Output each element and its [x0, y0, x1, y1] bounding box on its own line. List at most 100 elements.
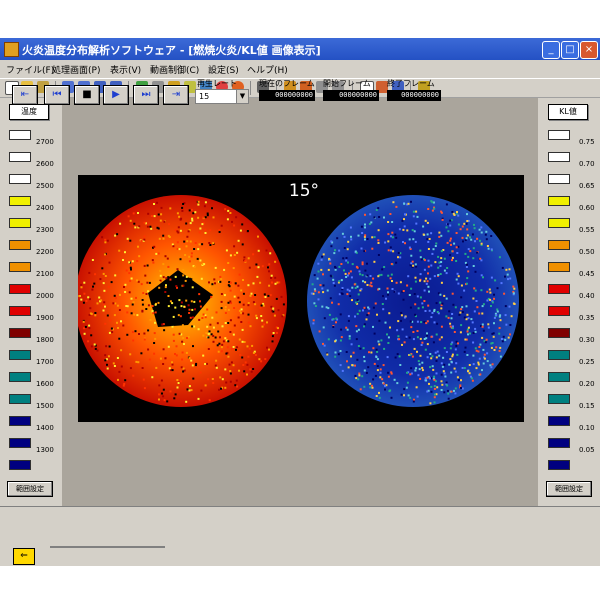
- play-button[interactable]: ▶: [103, 85, 129, 105]
- temperature-legend-swatch[interactable]: [9, 284, 31, 294]
- temperature-legend-swatch[interactable]: [9, 130, 31, 140]
- rate-select[interactable]: 15 ▼: [195, 89, 249, 104]
- temperature-legend-value: 1800: [36, 336, 54, 344]
- skip-to-start-button[interactable]: ⇤: [12, 85, 38, 105]
- kl-legend-swatch[interactable]: [548, 416, 570, 426]
- maximize-button[interactable]: □: [561, 41, 579, 59]
- temperature-legend-value: 2600: [36, 160, 54, 168]
- temperature-legend-value: 2200: [36, 248, 54, 256]
- temperature-legend-swatch[interactable]: [9, 328, 31, 338]
- skip-to-end-button[interactable]: ⇥: [163, 85, 189, 105]
- stop-button[interactable]: ■: [74, 85, 100, 105]
- temperature-legend-swatch[interactable]: [9, 416, 31, 426]
- temperature-legend-swatch[interactable]: [9, 372, 31, 382]
- temperature-legend-value: 2400: [36, 204, 54, 212]
- start-frame-display: 000000000: [323, 90, 379, 101]
- temperature-legend-swatch[interactable]: [9, 460, 31, 470]
- kl-legend-swatch[interactable]: [548, 372, 570, 382]
- menu-process[interactable]: 処理画面(P): [52, 63, 100, 76]
- kl-legend-swatch[interactable]: [548, 152, 570, 162]
- end-frame-display: 000000000: [387, 90, 441, 101]
- step-back-button[interactable]: ⏮: [44, 85, 70, 105]
- temperature-legend-value: 2500: [36, 182, 54, 190]
- kl-legend-value: 0.60: [579, 204, 595, 212]
- minimize-button[interactable]: _: [542, 41, 560, 59]
- kl-legend-value: 0.10: [579, 424, 595, 432]
- temperature-legend-value: 2700: [36, 138, 54, 146]
- angle-label: 15°: [289, 181, 319, 201]
- temperature-legend-value: 1700: [36, 358, 54, 366]
- kl-legend-swatch[interactable]: [548, 438, 570, 448]
- kl-legend-value: 0.50: [579, 248, 595, 256]
- temperature-legend-swatch[interactable]: [9, 152, 31, 162]
- temperature-legend-swatch[interactable]: [9, 350, 31, 360]
- temperature-legend-value: 1500: [36, 402, 54, 410]
- temperature-legend: 温度 2700 2600 2500 2400 2300 2200 2100 2000 1900 1…: [0, 98, 58, 508]
- temperature-legend-swatch[interactable]: [9, 306, 31, 316]
- temperature-legend-swatch[interactable]: [9, 174, 31, 184]
- status-bar: ⇐: [0, 542, 600, 566]
- temperature-legend-value: 1300: [36, 446, 54, 454]
- kl-legend-swatch[interactable]: [548, 130, 570, 140]
- kl-legend-value: 0.25: [579, 358, 595, 366]
- temperature-range-button[interactable]: 範囲設定: [7, 481, 53, 497]
- flame-image: 15°: [75, 175, 524, 422]
- kl-legend-swatch[interactable]: [548, 218, 570, 228]
- kl-legend-value: 0.20: [579, 380, 595, 388]
- temperature-legend-value: 1600: [36, 380, 54, 388]
- step-forward-button[interactable]: ⏭: [133, 85, 159, 105]
- kl-legend-swatch[interactable]: [548, 306, 570, 316]
- kl-legend-swatch[interactable]: [548, 284, 570, 294]
- temperature-legend-value: 1900: [36, 314, 54, 322]
- close-button[interactable]: ×: [580, 41, 598, 59]
- temperature-legend-swatch[interactable]: [9, 262, 31, 272]
- kl-legend-swatch[interactable]: [548, 240, 570, 250]
- kl-legend-value: 0.70: [579, 160, 595, 168]
- kl-legend-header: KL値: [548, 104, 588, 120]
- menu-settings[interactable]: 設定(S): [208, 63, 239, 76]
- current-frame-label: 現在のフレーム: [259, 79, 315, 88]
- temperature-legend-swatch[interactable]: [9, 240, 31, 250]
- temperature-legend-swatch[interactable]: [9, 394, 31, 404]
- kl-legend-swatch[interactable]: [548, 460, 570, 470]
- title-bar: 火炎温度分布解析ソフトウェア - [燃焼火炎/KL値 画像表示] _ □ ×: [0, 38, 600, 60]
- temperature-legend-header: 温度: [9, 104, 49, 120]
- kl-legend-value: 0.40: [579, 292, 595, 300]
- menu-view[interactable]: 表示(V): [110, 63, 141, 76]
- window-title: 火炎温度分布解析ソフトウェア - [燃焼火炎/KL値 画像表示]: [22, 44, 321, 57]
- kl-range-button[interactable]: 範囲設定: [546, 481, 592, 497]
- kl-legend-value: 0.45: [579, 270, 595, 278]
- kl-legend-value: 0.30: [579, 336, 595, 344]
- menu-video-control[interactable]: 動画制御(C): [150, 63, 199, 76]
- kl-legend-swatch[interactable]: [548, 262, 570, 272]
- temperature-legend-value: 2100: [36, 270, 54, 278]
- flame-image-canvas: 15°: [75, 181, 519, 407]
- kl-legend-swatch[interactable]: [548, 394, 570, 404]
- kl-legend-swatch[interactable]: [548, 174, 570, 184]
- kl-legend-value: 0.05: [579, 446, 595, 454]
- kl-legend-value: 0.65: [579, 182, 595, 190]
- exit-icon[interactable]: ⇐: [13, 548, 35, 565]
- app-icon: [4, 42, 19, 57]
- menu-file[interactable]: ファイル(F): [6, 63, 54, 76]
- chevron-down-icon[interactable]: ▼: [236, 90, 248, 103]
- toolbar-separator: [250, 81, 251, 95]
- kl-legend: KL値 0.75 0.70 0.65 0.60 0.55 0.50 0.45 0.40 0.35…: [540, 98, 600, 508]
- rate-label: 再生レート: [197, 79, 237, 88]
- kl-legend-swatch[interactable]: [548, 350, 570, 360]
- kl-legend-swatch[interactable]: [548, 196, 570, 206]
- menu-help[interactable]: ヘルプ(H): [247, 63, 288, 76]
- start-frame-label: 開始フレーム: [323, 79, 371, 88]
- end-frame-label: 終了フレーム: [387, 79, 435, 88]
- kl-legend-value: 0.55: [579, 226, 595, 234]
- temperature-legend-value: 1400: [36, 424, 54, 432]
- kl-legend-swatch[interactable]: [548, 328, 570, 338]
- temperature-legend-swatch[interactable]: [9, 218, 31, 228]
- kl-legend-value: 0.35: [579, 314, 595, 322]
- temperature-legend-swatch[interactable]: [9, 438, 31, 448]
- kl-legend-value: 0.15: [579, 402, 595, 410]
- rate-value: 15: [199, 92, 210, 101]
- frame-slider[interactable]: [50, 546, 165, 548]
- kl-legend-value: 0.75: [579, 138, 595, 146]
- temperature-legend-swatch[interactable]: [9, 196, 31, 206]
